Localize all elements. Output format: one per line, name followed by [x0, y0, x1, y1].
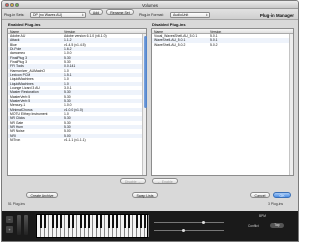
conflict-label: Conflict [248, 224, 259, 228]
plugin-manager-heading: Plug-in Manager [259, 12, 294, 18]
disabled-rows: Vocal_WavesShell-AU_5.0.1 5.0.1 WaveShell-… [152, 34, 293, 47]
plugin-version: v1.1.1 (v1.1.1) [64, 137, 86, 142]
plugin-name: WaveShell-AU_5.0.2 [154, 42, 186, 47]
plugin-format-select[interactable]: AudioUnit ⇕ [170, 11, 210, 18]
plugin-row[interactable]: NITron v1.1.1 (v1.1.1) [8, 138, 146, 142]
mod-wheel[interactable] [24, 215, 28, 235]
enable-button[interactable]: ← Enable [152, 178, 178, 184]
black-key[interactable] [115, 215, 119, 229]
piano-keyboard[interactable] [36, 214, 149, 238]
bpm-label: BPM [259, 214, 266, 218]
cancel-button[interactable]: Cancel [250, 192, 270, 198]
black-key[interactable] [107, 215, 111, 229]
black-key[interactable] [39, 215, 43, 229]
volume-slider[interactable] [154, 230, 224, 231]
black-key[interactable] [67, 215, 71, 229]
plugin-format-value: AudioUnit [173, 13, 189, 18]
plugin-sets-value: DP (no Waves AU) [33, 13, 63, 18]
disabled-plugins-list[interactable]: Name Version Vocal_WavesShell-AU_5.0.1 5.… [151, 28, 294, 176]
disable-button[interactable]: Disable → [120, 178, 146, 184]
enabled-plugins-title: Enabled Plug-ins [8, 22, 41, 27]
tap-tempo-button[interactable]: Tap [270, 223, 284, 228]
black-key[interactable] [123, 215, 127, 229]
black-key[interactable] [143, 215, 147, 229]
enabled-list-scrollbar[interactable] [142, 34, 147, 175]
pitch-wheel[interactable] [17, 215, 21, 235]
title-bar[interactable]: Volumes [2, 1, 298, 9]
black-key[interactable] [51, 215, 55, 229]
plugin-row[interactable]: WaveShell-AU_5.0.2 5.0.2 [152, 43, 293, 47]
black-key[interactable] [87, 215, 91, 229]
black-key[interactable] [79, 215, 83, 229]
plugin-version: 5.0.2 [210, 42, 218, 47]
octave-up-button[interactable]: + [6, 226, 13, 233]
plugin-name: NITron [10, 137, 21, 142]
black-key[interactable] [127, 215, 131, 229]
enabled-rows: Adobe AU Adobe version 6.1.0 (v6.1.0) Atta… [8, 34, 146, 142]
black-key[interactable] [55, 215, 59, 229]
octave-down-button[interactable]: − [6, 216, 13, 223]
enabled-scroll-thumb[interactable] [143, 36, 147, 108]
black-key[interactable] [95, 215, 99, 229]
plugin-format-label: Plug-in Format: [139, 13, 164, 17]
volume-slider-knob[interactable] [182, 229, 185, 232]
enable-label: Enable [161, 179, 173, 184]
window-title: Volumes [141, 2, 159, 8]
swap-lists-button[interactable]: Swap Lists [132, 192, 158, 198]
black-key[interactable] [71, 215, 75, 229]
black-key[interactable] [111, 215, 115, 229]
add-set-button[interactable]: Add [89, 9, 103, 15]
plugin-manager-window: Volumes Plug-in Sets: DP (no Waves AU) ⇕… [1, 0, 299, 242]
chevron-updown-icon: ⇕ [81, 13, 84, 17]
chevron-updown-icon: ⇕ [205, 13, 208, 17]
arrow-right-icon: → [137, 179, 142, 184]
ok-button[interactable]: OK [273, 192, 291, 198]
rename-set-button[interactable]: Rename Set [106, 9, 134, 15]
create-archive-button[interactable]: Create Archive [26, 192, 58, 198]
black-key[interactable] [59, 215, 63, 229]
enabled-count: 51 Plug-ins [8, 202, 25, 206]
black-key[interactable] [43, 215, 47, 229]
disable-label: Disable [124, 179, 137, 184]
plugin-sets-select[interactable]: DP (no Waves AU) ⇕ [30, 11, 86, 18]
black-key[interactable] [135, 215, 139, 229]
virtual-keyboard-strip: − + BPM Conflict Tap [2, 211, 298, 241]
black-key[interactable] [139, 215, 143, 229]
enabled-plugins-list[interactable]: Name Version Adobe AU Adobe version 6.1.0… [7, 28, 147, 176]
disabled-list-scrollbar[interactable] [289, 34, 293, 175]
black-key[interactable] [83, 215, 87, 229]
black-key[interactable] [99, 215, 103, 229]
disabled-plugins-title: Disabled Plug-ins [152, 22, 186, 27]
disabled-count: 3 Plug-ins [268, 202, 284, 206]
plugin-sets-label: Plug-in Sets: [4, 13, 25, 17]
tempo-slider-knob[interactable] [202, 221, 205, 224]
tempo-slider[interactable] [154, 222, 224, 223]
toolbar: Plug-in Sets: DP (no Waves AU) ⇕ Add Ren… [2, 9, 298, 20]
